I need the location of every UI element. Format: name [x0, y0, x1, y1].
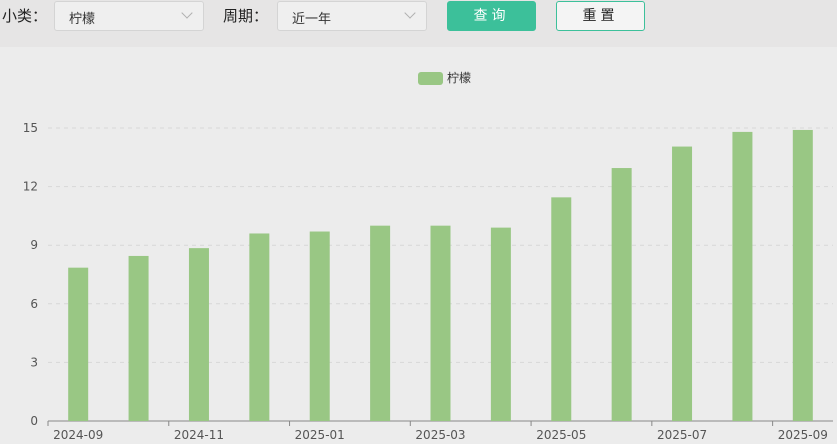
bar: [611, 168, 632, 421]
y-tick-label: 12: [23, 180, 38, 194]
bar: [430, 225, 451, 421]
y-tick-label: 6: [30, 297, 38, 311]
category-select[interactable]: 柠檬: [54, 1, 204, 31]
reset-button[interactable]: 重置: [556, 1, 645, 31]
period-label: 周期：: [223, 7, 269, 25]
bar: [672, 146, 693, 421]
x-tick-label: 2024-09: [53, 428, 103, 442]
period-select[interactable]: 近一年: [277, 1, 427, 31]
chevron-down-icon: [181, 7, 193, 19]
bar: [370, 225, 391, 421]
legend-label: 柠檬: [447, 70, 471, 85]
x-tick-label: 2025-01: [295, 428, 345, 442]
y-tick-label: 3: [30, 355, 38, 369]
category-select-value: 柠檬: [69, 12, 96, 27]
bar: [792, 129, 813, 421]
bar: [128, 255, 149, 421]
bar: [68, 267, 89, 421]
x-tick-label: 2025-07: [657, 428, 707, 442]
y-tick-label: 0: [30, 414, 38, 428]
bar: [490, 227, 511, 421]
period-select-value: 近一年: [292, 12, 332, 27]
filter-toolbar: 小类： 柠檬 周期： 近一年 查询 重置: [0, 0, 837, 47]
query-button[interactable]: 查询: [447, 1, 536, 31]
bar: [249, 233, 270, 421]
x-tick-label: 2025-09: [778, 428, 828, 442]
bar: [732, 131, 753, 421]
bar: [309, 231, 330, 421]
x-tick-label: 2025-03: [415, 428, 465, 442]
bar-chart: 0 3 6 9 12 15 2024-09 2024-11 2025-01 2025-03 2025…: [23, 70, 833, 442]
y-tick-label: 9: [30, 238, 38, 252]
bar: [188, 248, 209, 421]
x-tick-label: 2025-05: [536, 428, 586, 442]
chevron-down-icon: [404, 7, 416, 19]
x-tick-label: 2024-11: [174, 428, 224, 442]
y-tick-label: 15: [23, 121, 38, 135]
category-label: 小类：: [2, 7, 48, 25]
bar: [551, 197, 572, 421]
legend-swatch: [418, 72, 443, 85]
